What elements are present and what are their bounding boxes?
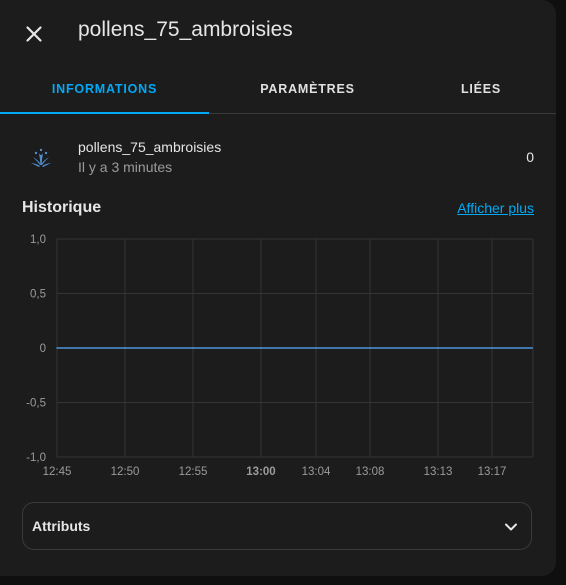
data-point <box>192 347 194 349</box>
entity-last-changed: Il y a 3 minutes <box>78 159 173 175</box>
chevron-down-icon <box>505 523 517 531</box>
entity-name: pollens_75_ambroisies <box>78 139 222 155</box>
x-tick-label: 13:13 <box>424 466 453 478</box>
entity-state: 0 <box>526 149 534 165</box>
close-icon <box>26 26 42 42</box>
data-point <box>369 347 371 349</box>
data-point <box>315 347 317 349</box>
data-point <box>124 347 126 349</box>
x-tick-label: 12:55 <box>179 466 208 478</box>
show-more-link[interactable]: Afficher plus <box>457 200 534 216</box>
x-tick-label: 12:50 <box>111 466 140 478</box>
x-tick-label: 13:17 <box>478 466 507 478</box>
y-tick-label: -1,0 <box>26 452 46 464</box>
data-point <box>491 347 493 349</box>
dialog-title: pollens_75_ambroisies <box>78 18 293 41</box>
x-tick-label: 13:04 <box>302 466 331 478</box>
y-tick-label: 0 <box>40 343 46 355</box>
data-point <box>56 347 58 349</box>
history-chart[interactable]: 1,0 0,5 0 -0,5 -1,0 12:45 12:50 12:55 13:00 13:04… <box>0 226 556 488</box>
attributes-label: Attributs <box>32 518 91 534</box>
data-point <box>437 347 439 349</box>
tab-parametres[interactable]: PARAMÈTRES <box>209 64 406 113</box>
entity-row: pollens_75_ambroisies Il y a 3 minutes 0 <box>0 130 556 184</box>
x-tick-label: 13:08 <box>356 466 385 478</box>
y-tick-label: 1,0 <box>30 234 46 246</box>
close-button[interactable] <box>14 14 54 54</box>
x-tick-label: 12:45 <box>43 466 72 478</box>
x-tick-label: 13:00 <box>246 466 275 478</box>
dialog-header: pollens_75_ambroisies <box>0 0 556 64</box>
y-tick-label: -0,5 <box>26 398 46 410</box>
data-point <box>260 347 262 349</box>
tab-informations[interactable]: INFORMATIONS <box>0 64 209 113</box>
flower-pollen-icon <box>31 148 51 167</box>
tab-liees[interactable]: LIÉES <box>406 64 556 113</box>
history-heading: Historique <box>22 199 102 216</box>
active-tab-indicator <box>0 112 209 114</box>
y-tick-label: 0,5 <box>30 289 46 301</box>
more-info-dialog: pollens_75_ambroisies INFORMATIONS PARAM… <box>0 0 556 576</box>
attributes-expander[interactable]: Attributs <box>22 502 532 550</box>
tab-bar: INFORMATIONS PARAMÈTRES LIÉES <box>0 64 556 114</box>
